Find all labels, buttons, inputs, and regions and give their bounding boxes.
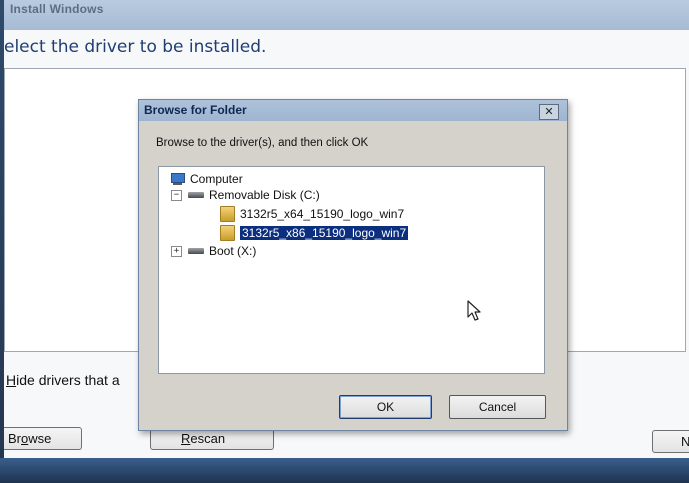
dialog-instruction: Browse to the driver(s), and then click … [156,137,369,149]
removable-disk-icon [188,192,204,198]
close-icon[interactable]: ✕ [539,104,559,120]
expand-toggle-icon[interactable]: + [171,245,182,257]
rescan-label-b: escan [190,431,226,446]
browse-label-a: Br [8,431,21,446]
tree-item-folder-x64[interactable]: 3132r5_x64_15190_logo_win7 [220,206,404,222]
dialog-titlebar[interactable]: Browse for Folder ✕ [139,100,567,121]
install-windows-titlebar: Install Windows [4,0,689,30]
mouse-pointer-icon [467,300,481,321]
taskbar-strip [0,458,689,483]
hide-drivers-checkbox-label[interactable]: Hide drivers that a [6,372,120,388]
folder-icon [220,225,235,241]
tree-item-folder-x64-label: 3132r5_x64_15190_logo_win7 [240,207,405,221]
cancel-label: Cancel [478,400,517,414]
dialog-title: Browse for Folder [144,103,247,117]
next-label: N [681,434,689,449]
tree-item-folder-x86[interactable]: 3132r5_x86_15190_logo_win7 [220,225,409,241]
hide-drivers-text: ide drivers that a [16,372,120,388]
boot-disk-icon [188,248,204,254]
cancel-button[interactable]: Cancel [449,395,546,419]
computer-icon [169,173,185,185]
rescan-label-mnemonic: R [181,431,191,446]
next-button[interactable]: N [652,430,689,453]
folder-icon [220,206,235,222]
window-title: Install Windows [10,2,104,16]
tree-item-folder-x86-label: 3132r5_x86_15190_logo_win7 [240,226,409,240]
ok-label: OK [376,400,395,414]
browse-for-folder-dialog: Browse for Folder ✕ Browse to the driver… [138,99,568,431]
tree-item-computer-label: Computer [190,172,243,186]
ok-button[interactable]: OK [339,395,432,419]
tree-item-boot[interactable]: + Boot (X:) [171,243,256,259]
screen: Install Windows elect the driver to be i… [0,0,689,483]
folder-tree[interactable]: Computer − Removable Disk (C:) 3132r5_x6… [158,166,545,374]
browse-button[interactable]: Br o wse [4,427,82,450]
tree-item-computer[interactable]: Computer [169,171,243,187]
hide-drivers-mnemonic: H [6,372,17,388]
browse-label-b: wse [28,431,52,446]
tree-item-removable-disk-label: Removable Disk (C:) [209,188,320,202]
collapse-toggle-icon[interactable]: − [171,189,182,201]
tree-item-removable-disk[interactable]: − Removable Disk (C:) [171,187,320,203]
tree-item-boot-label: Boot (X:) [209,244,257,258]
page-heading: elect the driver to be installed. [4,37,267,57]
